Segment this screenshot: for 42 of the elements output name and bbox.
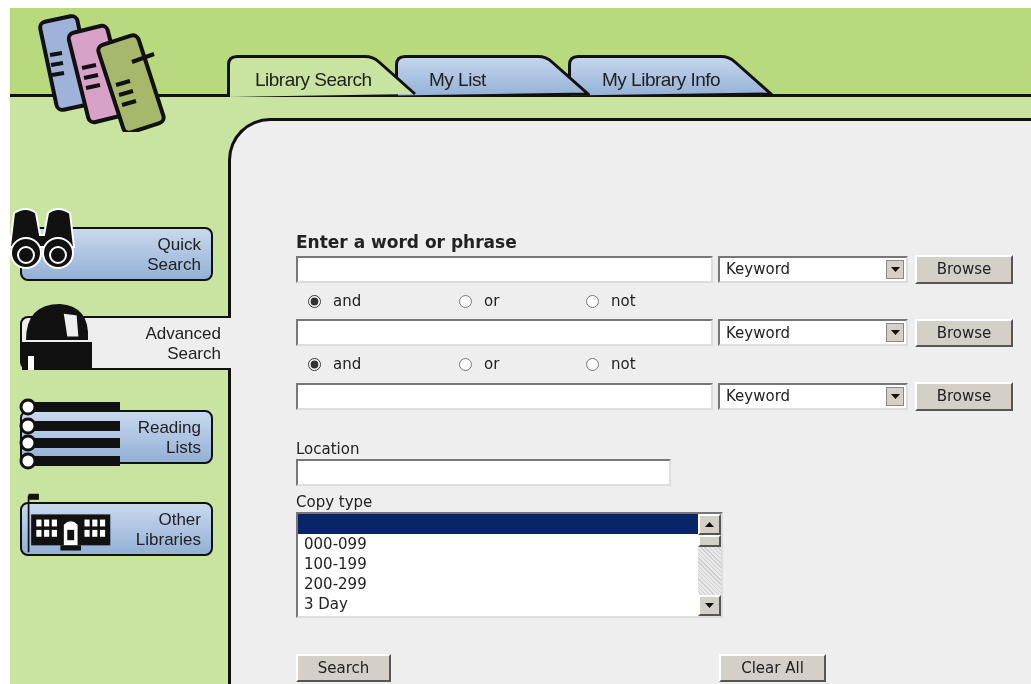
field-type-select[interactable]: Keyword [718, 319, 908, 347]
radio-label[interactable]: or [484, 353, 500, 376]
browse-button[interactable]: Browse [915, 382, 1013, 411]
clear-all-button[interactable]: Clear All [719, 653, 826, 682]
search-field[interactable] [296, 255, 713, 283]
down-arrow-icon [705, 602, 714, 608]
tab[interactable]: Library Search [227, 55, 417, 97]
field-type-select[interactable]: Keyword [718, 382, 908, 410]
tab[interactable]: My Library Info [568, 55, 773, 97]
tab[interactable]: My List [395, 55, 590, 97]
radio-button[interactable] [308, 294, 321, 308]
search-field[interactable] [296, 319, 713, 347]
field-type-select[interactable]: Keyword [718, 255, 908, 283]
browse-button[interactable]: Browse [915, 255, 1013, 284]
radio-label[interactable]: or [484, 289, 500, 313]
scrollbar[interactable] [698, 513, 721, 616]
search-button[interactable]: Search [296, 653, 391, 682]
form-heading: Enter a word or phrase [296, 231, 518, 253]
list-option[interactable]: 200-299 [298, 573, 698, 594]
copy-type-list[interactable]: 000-099 100-199 200-299 3 Day [296, 511, 723, 618]
search-field[interactable] [296, 382, 713, 410]
radio-label[interactable]: not [611, 289, 636, 313]
list-option[interactable]: 000-099 [298, 533, 698, 554]
radio-label[interactable]: and [333, 353, 362, 376]
list-icon [18, 398, 122, 470]
list-option[interactable]: 100-199 [298, 553, 698, 574]
building-icon [26, 492, 112, 554]
radio-label[interactable]: not [611, 353, 636, 376]
radio-label[interactable]: and [333, 289, 362, 313]
scroll-up-button[interactable] [698, 513, 721, 535]
radio-button[interactable] [586, 294, 599, 308]
field-label: Location [296, 438, 361, 459]
browse-button[interactable]: Browse [915, 318, 1013, 347]
scroll-down-button[interactable] [698, 594, 721, 616]
list-option[interactable]: 3 Day [298, 593, 698, 614]
field-label: Copy type [296, 491, 374, 512]
radio-button[interactable] [459, 358, 472, 371]
up-arrow-icon [705, 521, 714, 527]
radio-button[interactable] [459, 294, 472, 308]
location-field[interactable] [296, 458, 671, 486]
radio-button[interactable] [308, 358, 321, 371]
radio-button[interactable] [586, 358, 599, 371]
